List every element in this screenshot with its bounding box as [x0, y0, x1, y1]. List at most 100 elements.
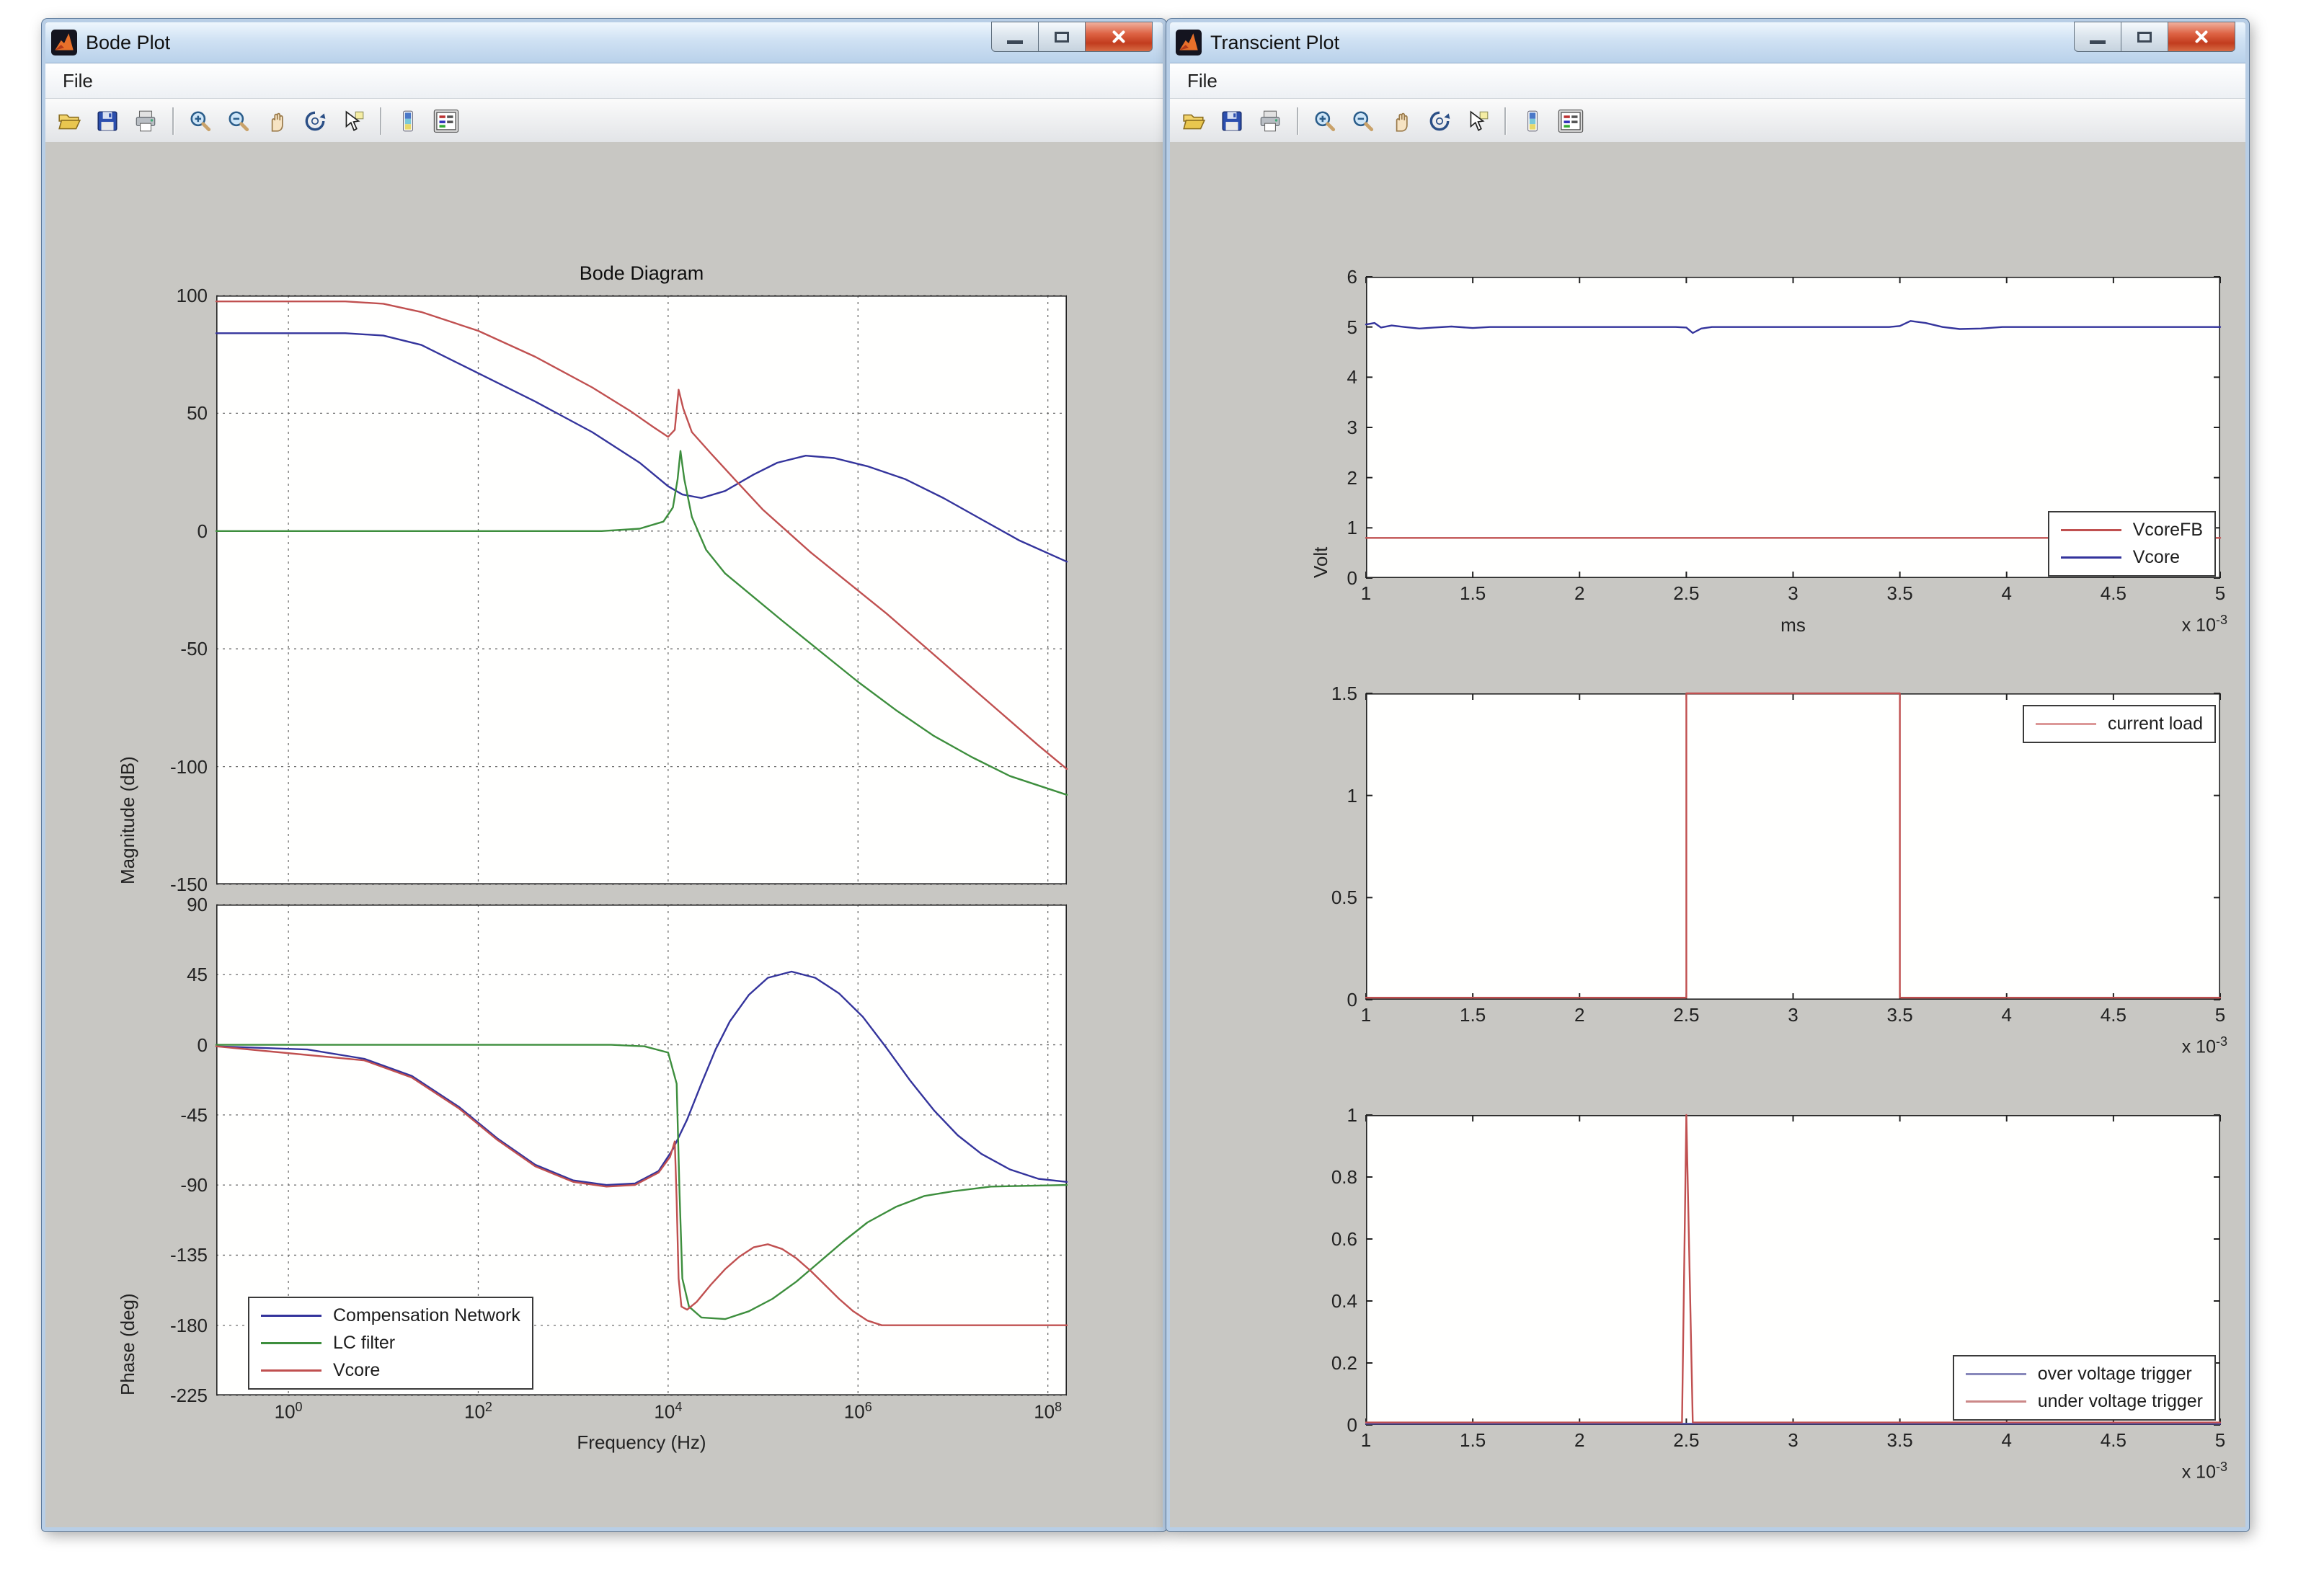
x-axis-label: Frequency (Hz)	[216, 1431, 1067, 1454]
rotate-3d-button[interactable]	[297, 103, 333, 139]
pan-button[interactable]	[259, 103, 295, 139]
series-vcore	[216, 301, 1067, 769]
insert-legend-button[interactable]	[428, 103, 464, 139]
rotate-icon	[1427, 109, 1452, 133]
legend-line-sample	[2061, 556, 2121, 559]
file-menu[interactable]: File	[1179, 68, 1226, 94]
colorbar-button[interactable]	[390, 103, 426, 139]
y-tick-label: 0.8	[1269, 1166, 1357, 1189]
insert-legend-icon	[433, 107, 460, 135]
legend-item: LC filter	[261, 1333, 520, 1354]
window-controls	[991, 22, 1153, 52]
x-tick-label: 108	[994, 1400, 1102, 1424]
printer-icon	[133, 109, 158, 133]
minimize-button[interactable]	[2074, 22, 2121, 52]
zoom-in-button[interactable]	[1307, 103, 1343, 139]
maximize-icon	[1055, 32, 1069, 43]
figure-toolbar	[1170, 99, 2245, 143]
insert-legend-button[interactable]	[1553, 103, 1589, 139]
rotate-3d-button[interactable]	[1422, 103, 1458, 139]
x-axis-label: ms	[1366, 614, 2220, 636]
y-tick-label: 0.4	[1269, 1290, 1357, 1313]
legend-item: Compensation Network	[261, 1305, 520, 1326]
close-icon	[1112, 30, 1125, 43]
insert-legend-icon	[1557, 107, 1584, 135]
legend-line-sample	[2061, 529, 2121, 531]
data-cursor-icon	[1465, 109, 1490, 133]
series-vcore	[216, 1047, 1067, 1325]
zoom-in-icon	[1313, 109, 1337, 133]
floppy-icon	[1220, 109, 1244, 133]
y-tick-label: 0.5	[1269, 887, 1357, 909]
zoom-out-button[interactable]	[1345, 103, 1381, 139]
x-tick-label: 4.5	[2059, 1004, 2168, 1026]
toolbar-separator	[1504, 107, 1506, 135]
hand-icon	[1389, 109, 1414, 133]
maximize-button[interactable]	[2121, 22, 2168, 52]
x-tick-label: 2	[1525, 1004, 1633, 1026]
open-file-button[interactable]	[1176, 103, 1212, 139]
legend-label: VcoreFB	[2133, 520, 2203, 541]
zoom-in-button[interactable]	[182, 103, 218, 139]
minimize-icon	[2090, 40, 2106, 44]
zoom-out-button[interactable]	[221, 103, 257, 139]
x-tick-label: 3.5	[1846, 582, 1954, 605]
print-button[interactable]	[128, 103, 164, 139]
data-cursor-button[interactable]	[1460, 103, 1496, 139]
pan-button[interactable]	[1383, 103, 1419, 139]
x-tick-label: 3	[1739, 582, 1848, 605]
x-tick-label: 4	[1953, 1004, 2061, 1026]
x-tick-label: 3.5	[1846, 1429, 1954, 1452]
file-menu[interactable]: File	[54, 68, 102, 94]
open-file-button[interactable]	[51, 103, 87, 139]
vcore-voltage-plot: 11.522.533.544.550123456msVoltx 10-3Vcor…	[1366, 277, 2220, 578]
close-button[interactable]	[1085, 22, 1153, 52]
colorbar-button[interactable]	[1514, 103, 1551, 139]
legend-line-sample	[1966, 1373, 2026, 1375]
legend-label: Vcore	[2133, 547, 2180, 568]
legend-label: under voltage trigger	[2038, 1391, 2203, 1412]
save-button[interactable]	[89, 103, 125, 139]
y-tick-label: 1	[1269, 1104, 1357, 1127]
open-folder-icon	[1181, 109, 1206, 133]
bode-phase-plot: 10010210410610890450-45-90-135-180-225Fr…	[216, 905, 1067, 1395]
legend: current load	[2023, 705, 2216, 743]
x-tick-label: 106	[804, 1400, 912, 1424]
legend-item: over voltage trigger	[1966, 1364, 2203, 1385]
close-button[interactable]	[2168, 22, 2235, 52]
title-bar[interactable]: Transcient Plot	[1170, 22, 2245, 63]
x-tick-label: 2	[1525, 582, 1633, 605]
x-tick-label: 1.5	[1419, 1429, 1527, 1452]
print-button[interactable]	[1252, 103, 1288, 139]
x-tick-label: 4	[1953, 582, 2061, 605]
y-tick-label: 1.5	[1269, 683, 1357, 705]
legend-label: Compensation Network	[333, 1305, 520, 1326]
y-axis-label: Magnitude (dB)	[117, 296, 139, 884]
series-lc-filter	[216, 451, 1067, 795]
open-folder-icon	[57, 109, 81, 133]
hand-icon	[265, 109, 289, 133]
x-tick-label: 5	[2166, 1429, 2274, 1452]
series-vcore	[1366, 321, 2220, 333]
title-bar[interactable]: Bode Plot	[45, 22, 1163, 63]
desktop: { "windows": { "left": { "title": "Bode …	[0, 0, 2324, 1590]
data-cursor-button[interactable]	[335, 103, 371, 139]
axis-exponent-label: x 10-3	[2098, 613, 2227, 636]
legend-line-sample	[1966, 1400, 2026, 1403]
x-tick-label: 3	[1739, 1429, 1848, 1452]
x-tick-label: 2.5	[1632, 1004, 1740, 1026]
printer-icon	[1258, 109, 1282, 133]
maximize-button[interactable]	[1039, 22, 1085, 52]
legend-item: Vcore	[261, 1360, 520, 1381]
colorbar-icon	[396, 109, 420, 133]
save-button[interactable]	[1214, 103, 1250, 139]
x-tick-label: 4.5	[2059, 1429, 2168, 1452]
minimize-button[interactable]	[991, 22, 1039, 52]
toolbar-separator	[172, 107, 174, 135]
legend-item: Vcore	[2061, 547, 2203, 568]
y-tick-label: 0.6	[1269, 1228, 1357, 1251]
y-tick-label: 0	[1269, 1414, 1357, 1436]
toolbar-separator	[380, 107, 381, 135]
legend-line-sample	[261, 1315, 321, 1317]
y-tick-label: 0.2	[1269, 1352, 1357, 1374]
